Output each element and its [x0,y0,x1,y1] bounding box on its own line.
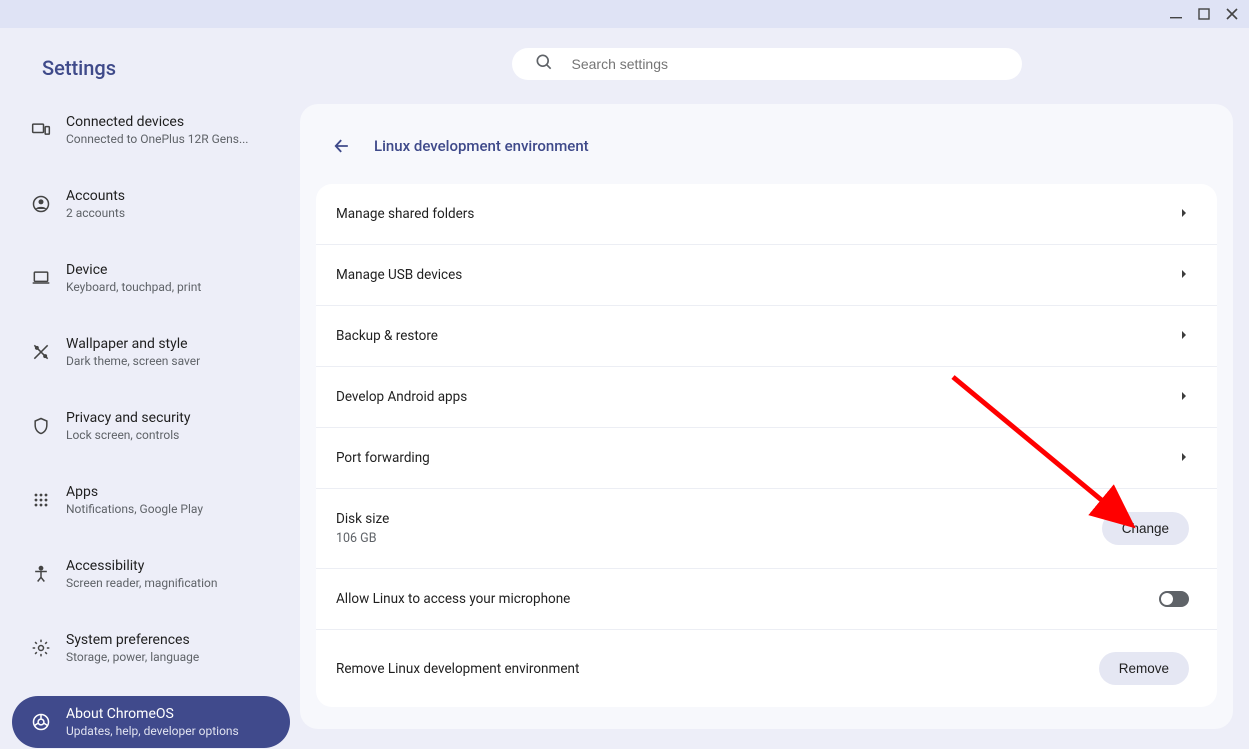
row-title: Remove Linux development environment [336,661,579,677]
chevron-right-icon [1179,207,1189,222]
sidebar-item-sub: Dark theme, screen saver [66,354,200,368]
sidebar-item-label: Accessibility [66,558,217,574]
account-icon [30,193,52,215]
sidebar-item-connected-devices[interactable]: Connected devices Connected to OnePlus 1… [12,104,290,156]
accessibility-icon [30,563,52,585]
sidebar-item-privacy[interactable]: Privacy and security Lock screen, contro… [12,400,290,452]
row-microphone: Allow Linux to access your microphone [316,569,1217,630]
search-input[interactable] [572,56,1000,72]
search-icon [534,52,554,76]
chevron-right-icon [1179,329,1189,344]
row-backup-restore[interactable]: Backup & restore [316,306,1217,367]
row-develop-android[interactable]: Develop Android apps [316,367,1217,428]
wallpaper-icon [30,341,52,363]
sidebar-item-label: Wallpaper and style [66,336,200,352]
chevron-right-icon [1179,451,1189,466]
row-port-forwarding[interactable]: Port forwarding [316,428,1217,489]
content-card: Linux development environment Manage sha… [300,104,1233,729]
row-manage-usb-devices[interactable]: Manage USB devices [316,245,1217,306]
chevron-right-icon [1179,390,1189,405]
chrome-icon [30,711,52,733]
close-button[interactable] [1225,7,1239,21]
sidebar-item-label: Apps [66,484,203,500]
sidebar-item-sub: Notifications, Google Play [66,502,203,516]
sidebar-item-label: Connected devices [66,114,248,130]
sidebar-item-sub: Lock screen, controls [66,428,190,442]
settings-rows: Manage shared folders Manage USB devices… [316,184,1217,707]
back-button[interactable] [324,128,360,164]
sidebar-item-wallpaper[interactable]: Wallpaper and style Dark theme, screen s… [12,326,290,378]
maximize-button[interactable] [1197,7,1211,21]
sidebar-item-system[interactable]: System preferences Storage, power, langu… [12,622,290,674]
sidebar-item-label: System preferences [66,632,199,648]
row-sub: 106 GB [336,531,389,546]
sidebar-item-label: Privacy and security [66,410,190,426]
search-bar[interactable] [512,48,1022,80]
row-title: Develop Android apps [336,389,467,405]
window-titlebar [0,0,1249,28]
row-disk-size: Disk size 106 GB Change [316,489,1217,569]
sidebar-item-device[interactable]: Device Keyboard, touchpad, print [12,252,290,304]
row-title: Disk size [336,511,389,527]
row-remove-linux: Remove Linux development environment Rem… [316,630,1217,707]
row-manage-shared-folders[interactable]: Manage shared folders [316,184,1217,245]
shield-icon [30,415,52,437]
row-title: Manage USB devices [336,267,462,283]
sidebar-item-label: About ChromeOS [66,706,239,722]
laptop-icon [30,267,52,289]
sidebar-item-sub: 2 accounts [66,206,125,220]
sidebar-item-accessibility[interactable]: Accessibility Screen reader, magnificati… [12,548,290,600]
devices-icon [30,119,52,141]
gear-icon [30,637,52,659]
page-title: Linux development environment [374,137,589,155]
chevron-right-icon [1179,268,1189,283]
row-title: Manage shared folders [336,206,474,222]
sidebar: Settings Connected devices Connected to … [0,28,300,749]
sidebar-item-about[interactable]: About ChromeOS Updates, help, developer … [12,696,290,748]
row-title: Allow Linux to access your microphone [336,591,570,607]
sidebar-item-label: Accounts [66,188,125,204]
microphone-toggle[interactable] [1159,591,1189,607]
row-title: Port forwarding [336,450,430,466]
sidebar-item-sub: Keyboard, touchpad, print [66,280,201,294]
sidebar-item-accounts[interactable]: Accounts 2 accounts [12,178,290,230]
apps-icon [30,489,52,511]
sidebar-item-sub: Storage, power, language [66,650,199,664]
sidebar-item-sub: Connected to OnePlus 12R Gens... [66,132,248,146]
sidebar-title: Settings [12,46,290,104]
remove-button[interactable]: Remove [1099,652,1189,685]
sidebar-item-label: Device [66,262,201,278]
minimize-button[interactable] [1169,7,1183,21]
change-button[interactable]: Change [1102,512,1189,545]
sidebar-item-sub: Updates, help, developer options [66,724,239,738]
sidebar-item-apps[interactable]: Apps Notifications, Google Play [12,474,290,526]
row-title: Backup & restore [336,328,438,344]
sidebar-item-sub: Screen reader, magnification [66,576,217,590]
